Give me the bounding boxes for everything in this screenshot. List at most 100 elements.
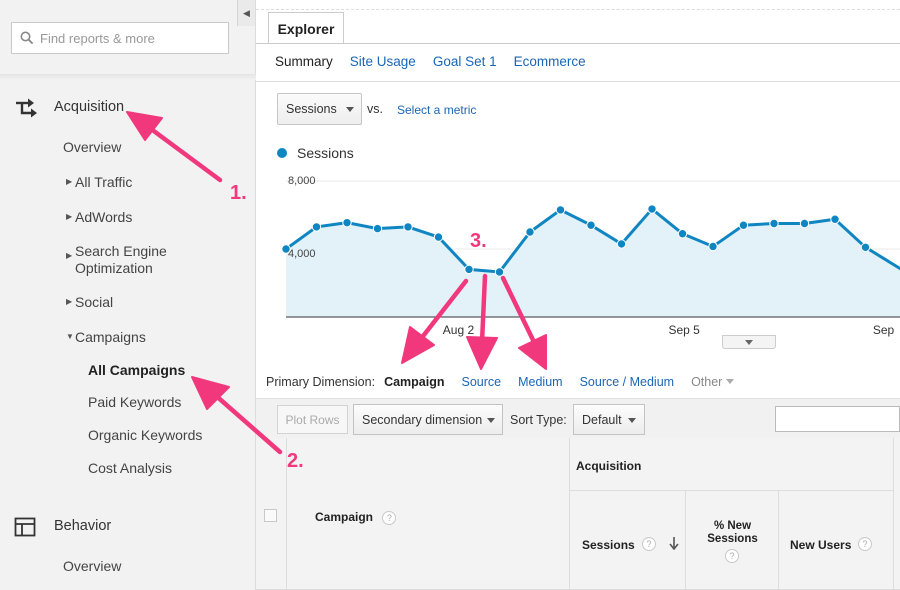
plot-rows-button[interactable]: Plot Rows [277,405,348,434]
search-box[interactable] [11,22,229,54]
data-point[interactable] [525,227,535,237]
expand-triangle-icon: ▶ [66,297,73,306]
nav-label: All Traffic [75,174,133,190]
dimension-medium[interactable]: Medium [518,375,562,389]
nav-cost-analysis[interactable]: Cost Analysis [88,460,172,476]
data-point[interactable] [372,223,383,234]
x-tick-label: Aug 2 [442,323,475,337]
primary-dimension-label: Primary Dimension: [266,375,376,389]
x-tick-label: Sep [872,323,895,337]
y-tick-label: 4,000 [288,248,316,260]
expand-triangle-icon: ▶ [66,177,73,186]
collapse-triangle-icon: ▼ [66,332,74,341]
column-header-label: Campaign [315,510,374,524]
dimension-source-medium[interactable]: Source / Medium [580,375,674,389]
data-point[interactable] [708,241,718,252]
column-group-label: Acquisition [576,459,642,473]
acquisition-arrows-icon [16,98,37,118]
sessions-chart[interactable] [256,0,900,350]
help-icon[interactable]: ? [725,549,739,563]
nav-paid-keywords[interactable]: Paid Keywords [88,394,181,410]
nav-acquisition-overview[interactable]: Overview [63,139,121,155]
nav-campaigns[interactable]: ▼ Campaigns [66,329,146,345]
data-point[interactable] [555,205,566,215]
nav-organic-keywords[interactable]: Organic Keywords [88,427,202,443]
data-point[interactable] [799,218,810,229]
nav-social[interactable]: ▶ Social [66,294,113,310]
nav-label: AdWords [75,209,133,225]
nav-acquisition[interactable]: Acquisition [54,99,124,115]
data-point[interactable] [738,220,749,230]
secondary-dimension-select[interactable]: Secondary dimension [353,404,503,435]
nav-all-traffic[interactable]: ▶ All Traffic [66,174,132,190]
data-point[interactable] [311,222,322,232]
table-toolbar: Plot Rows Secondary dimension Sort Type:… [256,398,900,438]
chevron-down-icon [745,339,753,345]
sidebar-collapse-button[interactable]: ◀ [237,0,255,26]
sidebar: Acquisition Overview ▶ All Traffic ▶ AdW… [0,0,256,590]
data-point[interactable] [494,267,505,277]
dimension-source[interactable]: Source [462,375,502,389]
annotation-step-3: 3. [470,230,487,252]
dimension-campaign[interactable]: Campaign [384,375,444,389]
annotation-step-2: 2. [287,450,304,472]
chevron-down-icon [487,418,495,423]
sort-type-value: Default [582,412,622,427]
expand-triangle-icon: ▶ [66,212,73,221]
column-group-acquisition: Acquisition [570,438,894,491]
primary-dimension-row: Primary Dimension: Campaign Source Mediu… [266,375,735,389]
secondary-dimension-label: Secondary dimension [362,412,483,427]
data-point[interactable] [433,232,444,242]
divider [0,74,256,80]
nav-label: Search Engine Optimization [75,243,167,276]
data-point[interactable] [677,229,688,239]
nav-label: Social [75,294,114,310]
help-icon[interactable]: ? [858,537,872,551]
sort-type-label: Sort Type: [510,413,567,427]
report-main: Explorer Summary Site Usage Goal Set 1 E… [256,0,900,590]
help-icon[interactable]: ? [382,511,397,525]
nav-behavior-overview[interactable]: Overview [63,558,121,574]
column-header-label: New Users [790,538,852,552]
help-icon[interactable]: ? [642,537,656,551]
column-header-sessions[interactable]: Sessions ? [570,491,686,590]
checkbox-column [256,438,287,590]
sort-type-select[interactable]: Default [573,404,645,435]
dimension-other-label: Other [691,375,723,389]
data-point[interactable] [830,214,840,224]
y-tick-label: 8,000 [288,175,316,187]
x-tick-label: Sep 5 [668,323,700,337]
column-header-label: % New Sessions [707,520,758,545]
annotation-step-1: 1. [230,182,247,204]
behavior-layout-icon [14,517,36,537]
data-point[interactable] [769,218,779,229]
column-header-label: Sessions [582,538,635,552]
chevron-down-icon [726,379,735,384]
select-all-checkbox[interactable] [264,509,277,522]
data-point[interactable] [860,242,871,253]
dimension-other[interactable]: Other [691,375,735,389]
column-header-new-users[interactable]: New Users ? [779,491,894,590]
data-point[interactable] [616,239,627,249]
expand-triangle-icon: ▶ [66,251,73,260]
data-point[interactable] [464,264,474,275]
column-header-edge [894,438,900,590]
column-header-campaign[interactable]: Campaign ? [287,438,570,590]
nav-seo[interactable]: ▶ Search Engine Optimization [66,243,167,277]
data-point[interactable] [647,204,657,214]
chevron-left-icon: ◀ [243,7,250,18]
chevron-down-icon [628,418,636,423]
nav-adwords[interactable]: ▶ AdWords [66,209,132,225]
nav-behavior[interactable]: Behavior [54,518,111,534]
data-point[interactable] [403,222,413,232]
nav-label: Campaigns [75,329,146,345]
column-header-new-sessions[interactable]: % New Sessions ? [686,491,779,590]
data-point[interactable] [342,217,352,228]
search-icon [20,31,34,45]
search-input[interactable] [40,30,220,46]
sort-descending-arrow-icon[interactable] [669,536,679,550]
nav-all-campaigns[interactable]: All Campaigns [88,362,185,378]
data-point[interactable] [586,220,596,230]
chart-resize-handle[interactable] [722,335,776,349]
table-search-input[interactable] [775,406,900,432]
